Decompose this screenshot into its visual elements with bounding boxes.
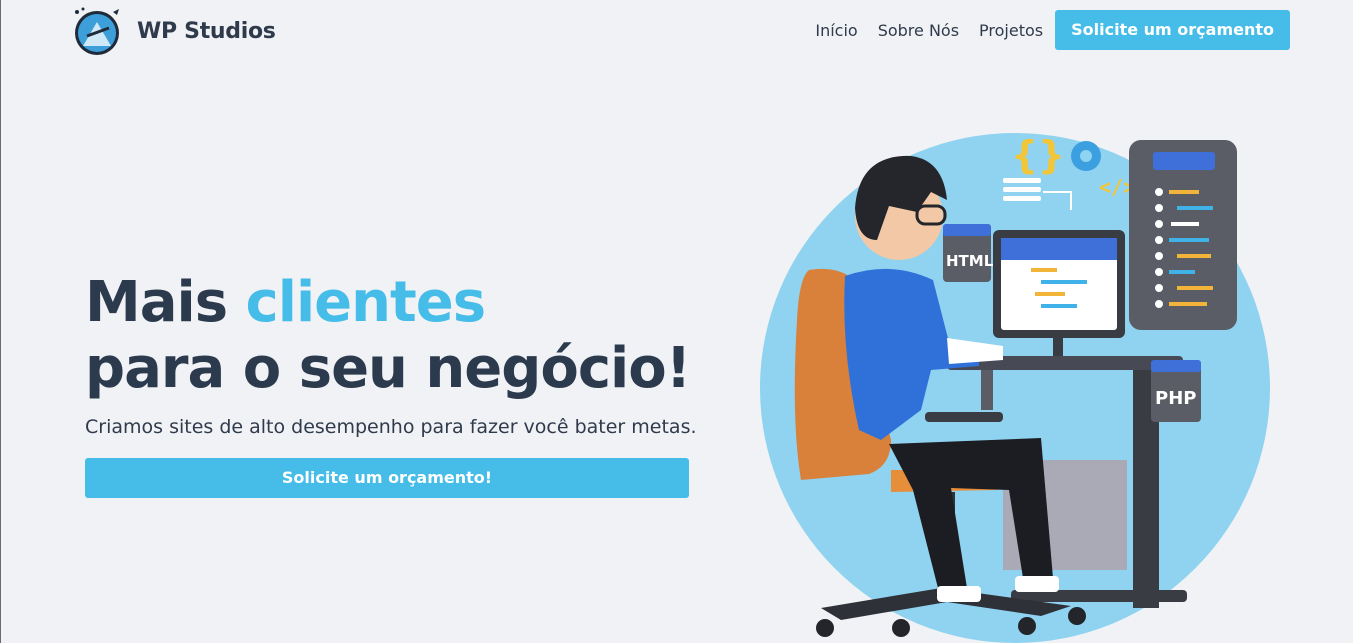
php-tag-label: PHP [1155, 388, 1196, 409]
hero-quote-button[interactable]: Solicite um orçamento! [85, 458, 689, 498]
svg-text:{}: {} [1011, 133, 1065, 177]
nav-link-inicio[interactable]: Início [815, 21, 857, 40]
hero-section: Mais clientes para o seu negócio! Criamo… [85, 270, 705, 498]
nav-link-projetos[interactable]: Projetos [979, 21, 1043, 40]
braces-icon: {} [1011, 133, 1065, 177]
brand-logo[interactable]: WP Studios [69, 6, 276, 56]
hero-title-line2: para o seu negócio! [85, 336, 691, 401]
main-nav: Início Sobre Nós Projetos Solicite um or… [815, 10, 1290, 50]
brand-name: WP Studios [137, 18, 276, 44]
html-tag-label: HTML [946, 252, 994, 270]
hero-subtitle: Criamos sites de alto desempenho para fa… [85, 416, 697, 438]
php-tag-icon: PHP [1151, 360, 1201, 422]
nav-quote-button[interactable]: Solicite um orçamento [1055, 10, 1290, 50]
html-tag-icon: HTML [943, 224, 994, 282]
code-panel [1129, 140, 1237, 330]
nav-link-sobre-nos[interactable]: Sobre Nós [878, 21, 959, 40]
hero-title: Mais clientes para o seu negócio! [85, 270, 705, 402]
gear-icon [1071, 141, 1101, 171]
hero-title-plain: Mais [85, 270, 246, 335]
developer-illustration: {} </> HTML PHP [760, 133, 1270, 643]
navbar: WP Studios Início Sobre Nós Projetos Sol… [1, 0, 1353, 62]
studio-logo-icon [75, 7, 119, 55]
hero-title-accent: clientes [245, 270, 487, 335]
